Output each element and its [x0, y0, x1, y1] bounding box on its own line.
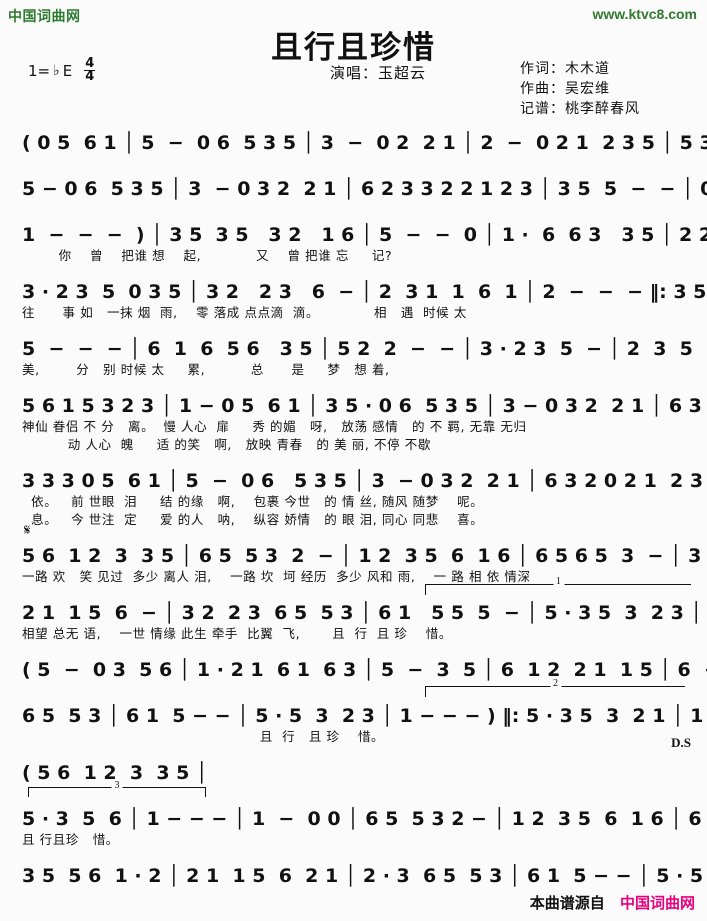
footer-site: 中国词曲网 — [619, 894, 695, 912]
lyricist-credit: 作词：木木道 — [520, 62, 610, 77]
footer-prefix: 本曲谱源自 — [529, 894, 605, 912]
volta-2-label: 2 — [550, 678, 561, 689]
credits-block: 作词：木木道 作曲：吴宏维 记谱：桃李醉春风 — [520, 60, 640, 120]
composer-credit: 作曲：吴宏维 — [520, 82, 610, 97]
system-spacer — [0, 154, 707, 162]
footer-source: 本曲谱源自 中国词曲网 — [530, 892, 695, 913]
note-row: 1 − − − ) │ 3 5 3 5 3 2 1 6 │ 5 − − 0 │ … — [22, 224, 707, 246]
triplet-label: 3 — [111, 780, 123, 791]
score-system: 5 · 3 5 6 │ 1 − − − │ 1 − 0 0 │ 6 5 5 3 … — [0, 780, 707, 849]
note-row: 5 6 1 2 3 3 5 │ 6 5 5 3 2 − │ 1 2 3 5 6 … — [22, 545, 702, 567]
watermark-top-right: www.ktvc8.com — [592, 6, 697, 22]
score-system: 5 6 1 5 3 2 3 │ 1 − 0 5 6 1 │ 3 5 · 0 6 … — [0, 381, 707, 454]
score-system: 3 5 5 6 1 · 2 │ 2 1 1 5 6 2 1 │ 2 · 3 6 … — [0, 851, 707, 895]
score-system: ( 5 − 0 3 5 6 │ 1 · 2 1 6 1 6 3 │ 5 − 3 … — [0, 645, 707, 689]
lyric-row: 你 曾 把谁 想 起, 又 曾 把谁 忘 记? — [22, 248, 393, 263]
score-system: 3 3 3 0 5 6 1 │ 5 − 0 6 5 3 5 │ 3 − 0 3 … — [0, 456, 707, 529]
system-spacer — [0, 200, 707, 208]
singer-credit: 演唱：玉超云 — [330, 66, 427, 82]
score-system: 3 · 2 3 5 0 3 5 │ 3 2 2 3 6 − │ 2 3 1 1 … — [0, 267, 707, 322]
lyric-row: 往 事 如 一抹 烟 雨, 零 落成 点点滴 滴。 相 遇 时候 太 — [22, 305, 467, 320]
flat-icon: ♭ — [53, 62, 60, 79]
score-system: ( 0 5 6 1 │ 5 − 0 6 5 3 5 │ 3 − 0 2 2 1 … — [0, 118, 707, 162]
note-row: ( 5 6 1 2 3 3 5 │ — [22, 762, 208, 784]
lyric-row: 美, 分 别 时候 太 累, 总 是 梦 想 着, — [22, 362, 390, 377]
key-prefix: 1= — [28, 61, 51, 80]
note-row: 5 · 3 5 6 │ 1 − − − │ 1 − 0 0 │ 6 5 5 3 … — [22, 808, 702, 830]
note-row: ( 0 5 6 1 │ 5 − 0 6 5 3 5 │ 3 − 0 2 2 1 … — [22, 132, 707, 154]
lyric-row: 息。 今 世注 定 爱 的人 呐, 纵容 娇情 的 眼 泪, 同心 同悲 喜。 — [22, 512, 484, 527]
note-row: ( 5 − 0 3 5 6 │ 1 · 2 1 6 1 6 3 │ 5 − 3 … — [22, 659, 707, 681]
volta-1-label: 1 — [553, 576, 564, 587]
lyric-row: 相望 总无 语, 一世 情缘 此生 牵手 比翼 飞, 且 行 且 珍 惜。 — [22, 626, 452, 641]
key-note: E — [62, 61, 73, 80]
note-row: 3 3 3 0 5 6 1 │ 5 − 0 6 5 3 5 │ 3 − 0 3 … — [22, 470, 704, 492]
score-system: 5 − − − │ 6 1 6 5 6 3 5 │ 5 2 2 − − │ 3 … — [0, 324, 707, 379]
meter-denominator: 4 — [85, 69, 95, 85]
lyric-row: 且 行且珍 惜。 — [22, 832, 119, 847]
note-row: 5 − − − │ 6 1 6 5 6 3 5 │ 5 2 2 − − │ 3 … — [22, 338, 707, 360]
key-signature: 1= ♭ E 4 4 — [28, 57, 96, 85]
note-row: 3 5 5 6 1 · 2 │ 2 1 1 5 6 2 1 │ 2 · 3 6 … — [22, 865, 704, 887]
score-system: 1 − − − ) │ 3 5 3 5 3 2 1 6 │ 5 − − 0 │ … — [0, 210, 707, 265]
lyric-row: 神仙 眷侣 不 分 离。 慢 人心 扉 秀 的媚 呀, 放荡 感情 的 不 羁,… — [22, 419, 527, 434]
volta-2-bracket: 2 — [425, 678, 685, 697]
score-system: 2 1 1 5 6 − │ 3 2 2 3 6 5 5 3 │ 6 1 5 5 … — [0, 576, 707, 643]
lyric-row: 依。 前 世眼 泪 结 的缘 啊, 包裹 今世 的 情 丝, 随风 随梦 呢。 — [22, 494, 484, 509]
note-row: 5 − 0 6 5 3 5 │ 3 − 0 3 2 2 1 │ 6 2 3 3 … — [22, 178, 707, 200]
score-system: ( 5 6 1 2 3 3 5 │ — [0, 748, 707, 792]
note-row: 3 · 2 3 5 0 3 5 │ 3 2 2 3 6 − │ 2 3 1 1 … — [22, 281, 707, 303]
score-system: 6 5 5 3 │ 6 1 5 − − │ 5 · 5 3 2 3 │ 1 − … — [0, 678, 707, 750]
note-row: 5 6 1 5 3 2 3 │ 1 − 0 5 6 1 │ 3 5 · 0 6 … — [22, 395, 702, 417]
score-body: ( 0 5 6 1 │ 5 − 0 6 5 3 5 │ 3 − 0 2 2 1 … — [0, 118, 707, 897]
lyric-row: 动 人心 魄 适 的笑 啊, 放映 青春 的 美 丽, 不停 不歇 — [22, 437, 431, 452]
time-signature: 4 4 — [84, 57, 96, 85]
score-system: 5 − 0 6 5 3 5 │ 3 − 0 3 2 2 1 │ 6 2 3 3 … — [0, 164, 707, 208]
segno-icon: 𝄋 — [24, 523, 31, 539]
transcriber-credit: 记谱：桃李醉春风 — [520, 102, 640, 117]
score-system: 5 6 1 2 3 3 5 │ 6 5 5 3 2 − │ 1 2 3 5 6 … — [0, 523, 707, 586]
lyric-row: 且 行 且 珍 惜。 — [22, 729, 385, 744]
triplet-bracket: 3 — [28, 780, 206, 797]
volta-1-bracket: 1 — [425, 576, 691, 595]
